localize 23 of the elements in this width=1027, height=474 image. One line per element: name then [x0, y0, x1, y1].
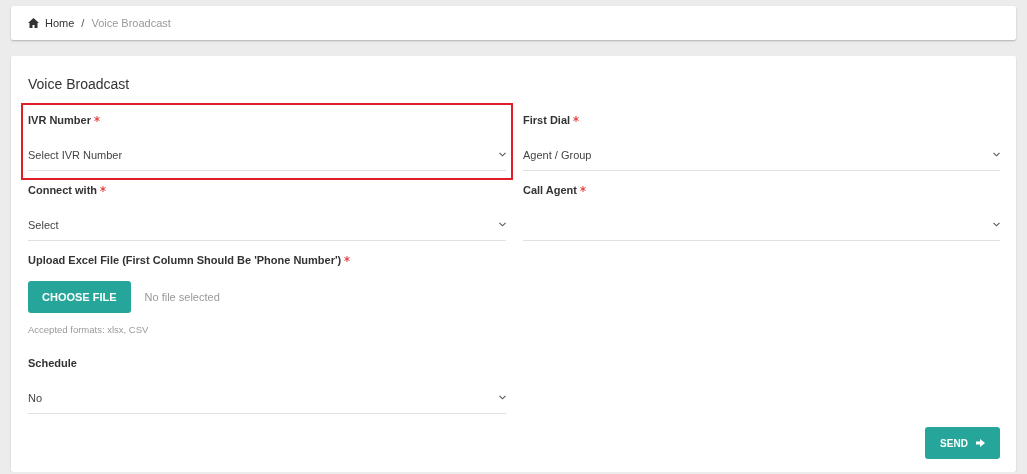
chevron-down-icon [499, 152, 506, 157]
breadcrumb-separator: / [81, 17, 85, 29]
select-field[interactable]: No [28, 384, 506, 414]
field-label: Upload Excel File (First Column Should Be 'Phone Number') [28, 254, 342, 266]
field-label: IVR Number [28, 114, 91, 126]
home-icon [28, 18, 39, 28]
chevron-down-icon [499, 395, 506, 400]
breadcrumb-current: Voice Broadcast [91, 17, 171, 29]
field-label: Connect with [28, 184, 98, 196]
chevron-down-icon [499, 222, 506, 227]
field-label: First Dial [523, 114, 571, 126]
help-text: Accepted formats: xlsx, CSV [28, 324, 149, 335]
field-label: Schedule [28, 357, 77, 369]
select-field[interactable]: Select IVR Number [28, 141, 506, 171]
field-label: Call Agent [523, 184, 577, 196]
chevron-down-icon [993, 222, 1000, 227]
breadcrumb-link[interactable]: Home [45, 17, 75, 29]
chevron-down-icon [993, 152, 1000, 157]
select-field[interactable]: Select [28, 211, 506, 241]
card-title: Voice Broadcast [28, 76, 131, 92]
file-status: No file selected [144, 291, 220, 303]
arrow-right-icon [975, 439, 985, 447]
select-field[interactable]: Agent / Group [523, 141, 1000, 171]
